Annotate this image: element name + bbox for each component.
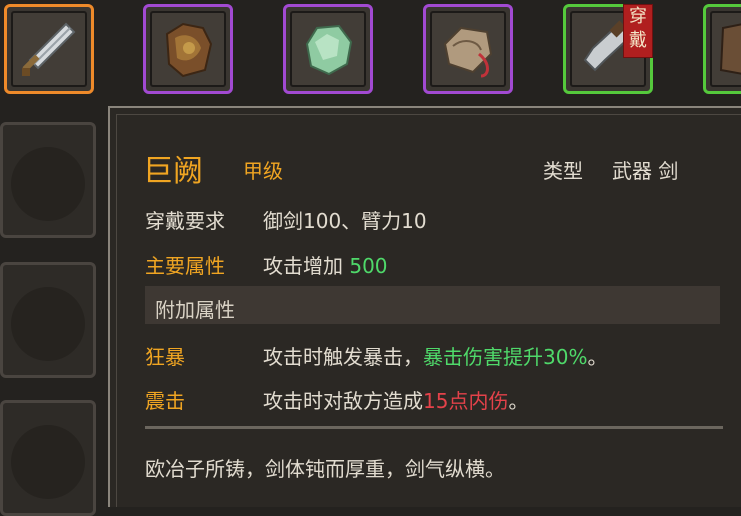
armor-icon bbox=[719, 23, 741, 75]
item-name: 巨阙 bbox=[143, 154, 203, 189]
extra-effect: 攻击时触发暴击，暴击伤害提升30%。 bbox=[263, 341, 607, 370]
inventory-slot-leather-armor[interactable] bbox=[143, 4, 233, 94]
main-attr-label: 主要属性 bbox=[145, 254, 225, 278]
extra-attr-title: 附加属性 bbox=[155, 298, 235, 322]
equipped-badge: 穿戴 bbox=[623, 4, 653, 58]
extra-effect: 攻击时对敌方造成15点内伤。 bbox=[263, 385, 528, 414]
empty-slot[interactable] bbox=[0, 400, 96, 516]
item-grade: 甲级 bbox=[243, 159, 283, 183]
extra-effect-highlight: 暴击伤害提升30% bbox=[423, 345, 588, 369]
extra-effect-end: 。 bbox=[587, 345, 608, 369]
main-attr-value: 500 bbox=[349, 254, 388, 278]
inventory-slot-broad-sword[interactable]: 穿戴 bbox=[563, 4, 653, 94]
requirement-label: 穿戴要求 bbox=[145, 209, 225, 233]
scroll-pouch-icon bbox=[443, 26, 493, 78]
item-description: 欧冶子所铸，剑体钝而厚重，剑气纵横。 bbox=[145, 457, 505, 481]
extra-effect-end: 。 bbox=[508, 389, 529, 413]
inventory-slot-jade[interactable] bbox=[283, 4, 373, 94]
requirement-value: 御剑100、臂力10 bbox=[263, 209, 427, 233]
extra-name: 震击 bbox=[145, 389, 185, 413]
divider bbox=[145, 426, 723, 429]
inventory-slot-armor[interactable] bbox=[703, 4, 741, 94]
empty-slot[interactable] bbox=[0, 122, 96, 238]
type-value: 武器 剑 bbox=[612, 159, 679, 183]
inventory-slot-pouch[interactable] bbox=[423, 4, 513, 94]
jade-gem-icon bbox=[305, 24, 353, 76]
extra-effect-highlight: 15点内伤 bbox=[423, 389, 509, 413]
type-label: 类型 bbox=[543, 159, 583, 183]
sword-icon bbox=[22, 22, 76, 76]
extra-effect-text: 攻击时对敌方造成 bbox=[263, 389, 423, 413]
extra-effect-text: 攻击时触发暴击， bbox=[263, 345, 423, 369]
main-attr-desc: 攻击增加 bbox=[263, 254, 343, 278]
main-attr-text: 攻击增加 500 bbox=[263, 250, 388, 279]
empty-slot[interactable] bbox=[0, 262, 96, 378]
leather-armor-icon bbox=[165, 22, 213, 78]
inventory-slot-sword[interactable] bbox=[4, 4, 94, 94]
extra-name: 狂暴 bbox=[145, 345, 185, 369]
